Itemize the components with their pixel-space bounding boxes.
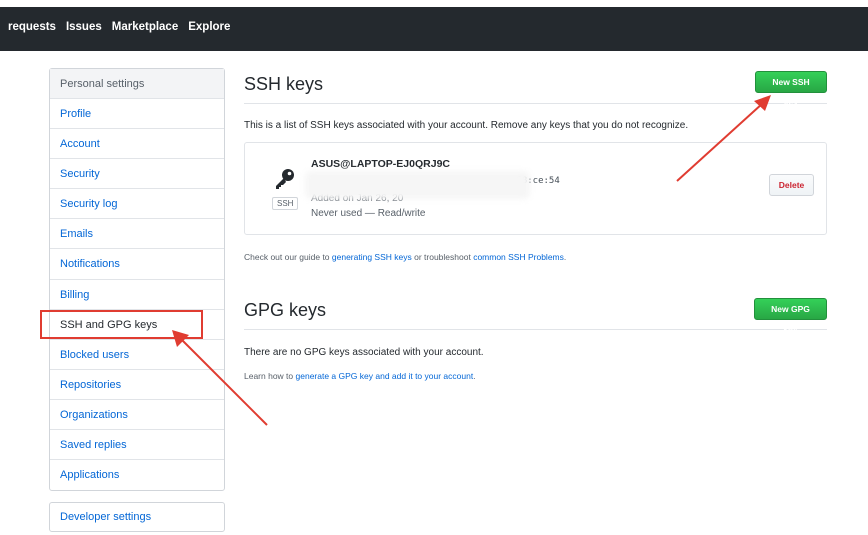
personal-settings-heading: Personal settings [50,69,224,99]
ssh-key-title: ASUS@LAPTOP-EJ0QRJ9C [311,158,450,170]
ssh-guide-text: Check out our guide to generating SSH ke… [244,252,567,262]
sidebar-item-saved-replies[interactable]: Saved replies [50,430,224,461]
sidebar-item-applications[interactable]: Applications [50,460,224,490]
sidebar-item-repositories[interactable]: Repositories [50,370,224,400]
generating-ssh-keys-link[interactable]: generating SSH keys [332,252,412,262]
nav-pull-requests[interactable]: requests [8,21,56,33]
sidebar-item-emails[interactable]: Emails [50,219,224,250]
sidebar-item-billing[interactable]: Billing [50,280,224,310]
ssh-key-item: SSH ASUS@LAPTOP-EJ0QRJ9C :58:ce:54 Added… [244,142,827,235]
redaction-blur [305,171,530,199]
developer-settings-menu: Developer settings [49,502,225,532]
gpg-empty-message: There are no GPG keys associated with yo… [244,347,484,358]
ssh-keys-intro: This is a list of SSH keys associated wi… [244,120,689,131]
nav-explore[interactable]: Explore [188,21,230,33]
gpg-learn-text: Learn how to generate a GPG key and add … [244,371,476,381]
sidebar-item-organizations[interactable]: Organizations [50,400,224,431]
key-icon [276,169,294,189]
sidebar-item-account[interactable]: Account [50,129,224,160]
sidebar-item-security[interactable]: Security [50,159,224,190]
ssh-badge: SSH [272,197,299,210]
sidebar-item-ssh-gpg-keys[interactable]: SSH and GPG keys [50,310,224,340]
new-gpg-key-button[interactable]: New GPG key [754,298,827,334]
ssh-key-usage: Never used — Read/write [311,208,426,219]
generate-gpg-key-link[interactable]: generate a GPG key and add it to your ac… [296,371,474,381]
new-ssh-key-button[interactable]: New SSH key [755,71,827,107]
top-nav-bar: requests Issues Marketplace Explore [0,7,868,51]
top-nav: requests Issues Marketplace Explore [8,21,230,33]
sidebar-item-developer-settings[interactable]: Developer settings [50,503,224,531]
sidebar-item-notifications[interactable]: Notifications [50,249,224,280]
delete-ssh-key-button[interactable]: Delete [769,174,814,196]
gpg-keys-header: GPG keys New GPG key [244,297,827,334]
nav-issues[interactable]: Issues [66,21,102,33]
sidebar-item-blocked-users[interactable]: Blocked users [50,340,224,370]
ssh-keys-header: SSH keys New SSH key [244,71,827,107]
personal-settings-menu: Personal settings Profile Account Securi… [49,68,225,492]
sidebar-item-security-log[interactable]: Security log [50,189,224,220]
sidebar-item-profile[interactable]: Profile [50,99,224,130]
common-ssh-problems-link[interactable]: common SSH Problems [473,252,564,262]
nav-marketplace[interactable]: Marketplace [112,21,178,33]
gpg-keys-title: GPG keys [244,300,327,320]
ssh-keys-title: SSH keys [244,74,324,94]
